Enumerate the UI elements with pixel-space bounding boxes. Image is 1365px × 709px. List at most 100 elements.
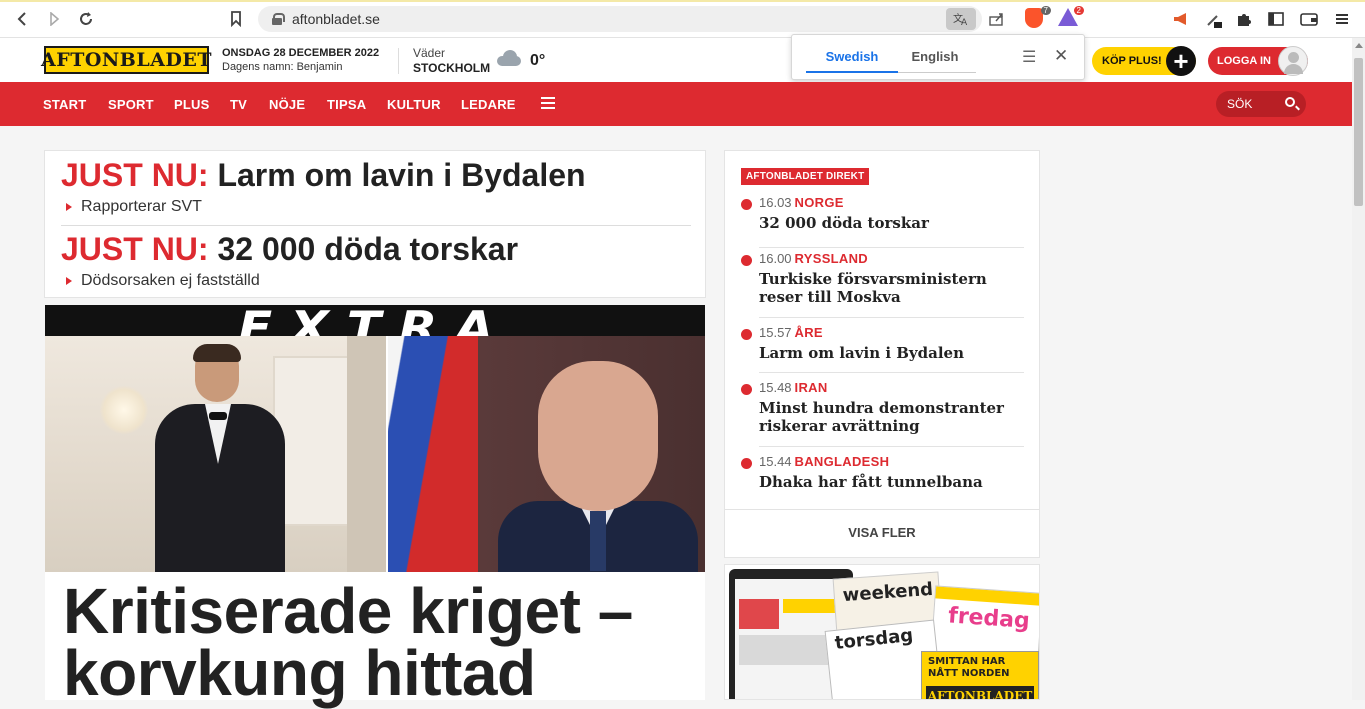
weather-widget[interactable]: Väder STOCKHOLM [413,46,490,75]
item-tag: BANGLADESH [794,454,890,469]
breaking-title: Larm om lavin i Bydalen [217,157,586,193]
site-header: AFTONBLADET ONSDAG 28 DECEMBER 2022 Dage… [0,38,1352,82]
wallet-icon[interactable] [1298,9,1320,29]
magazine-title: fredag [947,603,1031,635]
live-dot-icon [741,255,752,266]
kop-plus-button[interactable]: KÖP PLUS! + [1092,46,1196,76]
sidebar-icon[interactable] [1265,9,1287,29]
plus-icon: + [1166,46,1196,76]
translate-options-icon[interactable]: ☰ [1022,47,1036,67]
headline-line-1: Kritiserade kriget – [63,575,633,647]
nav-kultur[interactable]: KULTUR [387,97,441,112]
bookmark-icon[interactable] [224,8,248,30]
nav-tv[interactable]: TV [230,97,247,112]
address-bar[interactable]: aftonbladet.se [258,6,982,32]
main-story-headline-box[interactable]: Kritiserade kriget – korvkung hittad [45,572,705,705]
item-tag: NORGE [794,195,844,210]
megaphone-icon[interactable] [1170,9,1192,29]
name-day: Dagens namn: Benjamin [222,61,343,73]
translate-icon[interactable]: 文A [946,8,976,30]
breaking-item[interactable]: JUST NU: Larm om lavin i Bydalen Rapport… [61,157,586,216]
search-icon [1285,97,1295,107]
kop-plus-label: KÖP PLUS! [1102,55,1162,67]
live-feed-item[interactable]: 15.57 ÅRE Larm om lavin i Bydalen [741,325,1024,362]
aftonbladet-logo[interactable]: AFTONBLADET [41,46,212,74]
hamburger-menu-icon[interactable] [541,97,555,109]
nav-ledare[interactable]: LEDARE [461,97,516,112]
breaking-prefix: JUST NU: [61,157,209,193]
feed-separator [759,317,1024,318]
live-dot-icon [741,329,752,340]
menu-icon[interactable] [1331,9,1353,29]
url-text: aftonbladet.se [292,11,380,27]
item-time: 16.00 [759,251,792,266]
breaking-item[interactable]: JUST NU: 32 000 döda torskar Dödsorsaken… [61,231,518,290]
live-feed-item[interactable]: 16.03 NORGE 32 000 döda torskar [741,195,1024,232]
live-feed-item[interactable]: 15.48 IRAN Minst hundra demonstranter ris… [741,380,1024,435]
close-icon[interactable]: ✕ [1054,46,1068,66]
feed-footer-divider [725,509,1039,510]
brave-rewards-icon[interactable]: 2 [1058,6,1084,30]
extra-banner[interactable]: EXTRA [45,305,705,336]
subscription-promo[interactable]: weekend fredag torsdag SMITTAN HAR NÅTT … [724,564,1040,700]
item-time: 15.57 [759,325,792,340]
item-title: 32 000 döda torskar [759,214,929,232]
item-tag: ÅRE [794,325,823,340]
nav-sport[interactable]: SPORT [108,97,154,112]
translate-source-tab[interactable]: Swedish [806,49,898,64]
search-button[interactable]: SÖK [1216,91,1306,117]
page-scrollbar[interactable] [1352,38,1365,700]
live-feed-label[interactable]: AFTONBLADET DIREKT [741,168,870,185]
brave-rewards-count: 2 [1073,6,1084,15]
toolbar-accent-line [0,0,1365,2]
extra-banner-text: EXTRA [237,305,512,336]
breaking-news-box: JUST NU: Larm om lavin i Bydalen Rapport… [44,150,706,298]
item-time: 16.03 [759,195,792,210]
back-icon[interactable] [10,8,34,30]
forward-icon[interactable] [42,8,66,30]
active-tab-indicator [806,71,898,73]
cloud-rain-icon [497,50,523,68]
translate-target-tab[interactable]: English [898,49,972,64]
nav-noje[interactable]: NÖJE [269,97,305,112]
scrollbar-thumb[interactable] [1354,58,1363,206]
brave-shields-count: 7 [1040,6,1051,15]
nav-tipsa[interactable]: TIPSA [327,97,366,112]
live-feed-panel: AFTONBLADET DIREKT 16.03 NORGE 32 000 död… [724,150,1040,558]
eyedropper-icon[interactable] [1203,9,1225,29]
live-feed-item[interactable]: 16.00 RYSSLAND Turkiske försvarsministern… [741,251,1024,306]
breaking-subtitle: Rapporterar SVT [61,198,586,216]
login-button[interactable]: LOGGA IN [1208,46,1308,76]
item-title: Larm om lavin i Bydalen [759,344,964,362]
lock-icon [272,13,285,25]
nav-plus[interactable]: PLUS [174,97,209,112]
item-time: 15.48 [759,380,792,395]
magazine-title: weekend [842,578,934,607]
brave-shields-icon[interactable]: 7 [1025,6,1051,30]
newspaper-logo: AFTONBLADET [926,686,1034,699]
item-title: Minst hundra demonstranter riskerar avrä… [759,399,1004,435]
show-more-button[interactable]: VISA FLER [725,525,1039,540]
live-feed-item[interactable]: 15.44 BANGLADESH Dhaka har fått tunnelban… [741,454,1024,491]
weather-city: STOCKHOLM [413,61,491,75]
breaking-divider [61,225,691,226]
scroll-up-arrow[interactable] [1355,43,1363,48]
feed-separator [759,372,1024,373]
item-title: Dhaka har fått tunnelbana [759,473,983,491]
live-dot-icon [741,199,752,210]
live-dot-icon [741,384,752,395]
breaking-title: 32 000 döda torskar [217,231,519,267]
header-divider [398,48,399,74]
item-tag: RYSSLAND [794,251,868,266]
extensions-puzzle-icon[interactable] [1233,9,1255,29]
share-icon[interactable] [982,8,1012,30]
browser-toolbar: aftonbladet.se 文A 7 2 [0,0,1365,38]
translate-popup: Swedish English ☰ ✕ [791,34,1085,80]
reload-icon[interactable] [74,8,98,30]
item-tag: IRAN [794,380,828,395]
main-story-image[interactable] [45,336,705,572]
newspaper-headline: SMITTAN HAR NÅTT NORDEN [928,656,1010,679]
live-dot-icon [741,458,752,469]
tab-divider [898,72,976,73]
nav-start[interactable]: START [43,97,86,112]
